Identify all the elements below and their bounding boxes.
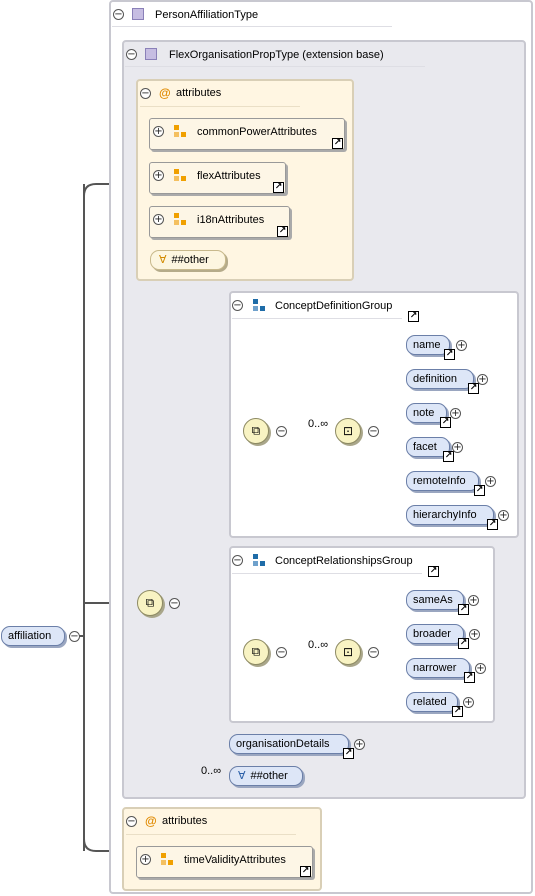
sequence-compositor[interactable]: ⧉ [243,639,269,665]
any-element-label: ##other [250,770,288,782]
collapse-icon[interactable]: − [276,647,287,658]
link-arrow-icon[interactable]: ↗ [428,566,439,577]
model-group-icon [253,299,266,312]
attribute-group-icon [174,169,187,182]
link-arrow-icon[interactable]: ↗ [300,866,311,877]
expand-icon[interactable]: + [153,126,164,137]
any-attribute[interactable]: ∀ ##other [150,250,226,270]
expand-icon[interactable]: + [477,374,488,385]
expand-icon[interactable]: + [456,340,467,351]
link-arrow-icon[interactable]: ↗ [452,706,463,717]
link-arrow-icon[interactable]: ↗ [444,349,455,360]
element-remote-info[interactable]: remoteInfo [406,471,479,491]
divider [232,573,422,574]
collapse-icon[interactable]: − [140,88,151,99]
divider [126,834,296,835]
model-group-icon [253,554,266,567]
divider [112,26,392,27]
element-definition[interactable]: definition [406,369,474,389]
attribute-group-label: timeValidityAttributes [184,854,286,866]
collapse-icon[interactable]: − [232,555,243,566]
element-broader[interactable]: broader [406,624,464,644]
complex-type-icon [145,48,157,60]
choice-compositor[interactable]: ⊡ [335,639,361,665]
sequence-compositor[interactable]: ⧉ [137,590,163,616]
link-arrow-icon[interactable]: ↗ [408,311,419,322]
collapse-icon[interactable]: − [169,598,180,609]
choice-icon: ⊡ [342,645,354,659]
group-title: ConceptRelationshipsGroup [275,555,413,567]
element-same-as[interactable]: sameAs [406,590,464,610]
multiplicity-label: 0..∞ [201,765,222,777]
collapse-icon[interactable]: − [69,631,80,642]
attribute-group-icon [174,213,187,226]
link-arrow-icon[interactable]: ↗ [332,138,343,149]
link-arrow-icon[interactable]: ↗ [277,226,288,237]
attribute-at-icon: @ [145,814,157,828]
link-arrow-icon[interactable]: ↗ [273,182,284,193]
attribute-group-label: commonPowerAttributes [197,126,317,138]
root-element-affiliation[interactable]: affiliation [1,626,65,646]
attributes-title: attributes [176,87,222,99]
complex-type-icon [132,8,144,20]
link-arrow-icon[interactable]: ↗ [343,748,354,759]
any-element[interactable]: ∀ ##other [229,766,303,786]
divider [232,318,402,319]
concept-definition-group-frame [229,291,519,538]
element-organisation-details[interactable]: organisationDetails [229,734,349,754]
collapse-icon[interactable]: − [113,9,124,20]
attribute-group-label: i18nAttributes [197,214,265,226]
group-title: ConceptDefinitionGroup [275,300,393,312]
collapse-icon[interactable]: − [126,816,137,827]
any-icon: ∀ [238,770,246,782]
multiplicity-label: 0..∞ [308,639,329,651]
choice-compositor[interactable]: ⊡ [335,418,361,444]
link-arrow-icon[interactable]: ↗ [458,638,469,649]
extension-title: FlexOrganisationPropType (extension base… [169,49,384,61]
multiplicity-label: 0..∞ [308,418,329,430]
collapse-icon[interactable]: − [276,426,287,437]
attribute-group-icon [161,853,174,866]
expand-icon[interactable]: + [475,663,486,674]
expand-icon[interactable]: + [153,214,164,225]
expand-icon[interactable]: + [498,510,509,521]
expand-icon[interactable]: + [452,442,463,453]
expand-icon[interactable]: + [463,697,474,708]
collapse-icon[interactable]: − [368,426,379,437]
divider [125,66,425,67]
expand-icon[interactable]: + [450,408,461,419]
attribute-at-icon: @ [159,86,171,100]
sequence-icon: ⧉ [251,423,261,438]
expand-icon[interactable]: + [468,595,479,606]
link-arrow-icon[interactable]: ↗ [440,417,451,428]
any-icon: ∀ [159,254,167,266]
collapse-icon[interactable]: − [232,300,243,311]
expand-icon[interactable]: + [153,170,164,181]
expand-icon[interactable]: + [140,854,151,865]
link-arrow-icon[interactable]: ↗ [487,519,498,530]
choice-icon: ⊡ [342,424,354,438]
attributes-title: attributes [162,815,208,827]
attribute-group-label: flexAttributes [197,170,261,182]
collapse-icon[interactable]: − [126,49,137,60]
link-arrow-icon[interactable]: ↗ [458,604,469,615]
expand-icon[interactable]: + [485,476,496,487]
element-narrower[interactable]: narrower [406,658,470,678]
collapse-icon[interactable]: − [368,647,379,658]
link-arrow-icon[interactable]: ↗ [474,485,485,496]
link-arrow-icon[interactable]: ↗ [464,672,475,683]
any-attribute-label: ##other [171,254,209,266]
element-related[interactable]: related [406,692,458,712]
expand-icon[interactable]: + [469,629,480,640]
sequence-icon: ⧉ [251,644,261,659]
attribute-group-icon [174,125,187,138]
expand-icon[interactable]: + [354,739,365,750]
sequence-compositor[interactable]: ⧉ [243,418,269,444]
element-hierarchy-info[interactable]: hierarchyInfo [406,505,494,525]
divider [140,106,300,107]
type-title: PersonAffiliationType [155,9,259,21]
sequence-icon: ⧉ [145,595,155,610]
